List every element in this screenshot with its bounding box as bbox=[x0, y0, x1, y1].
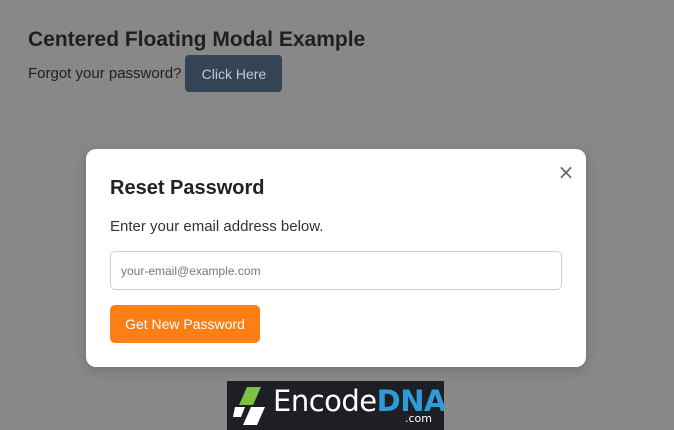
get-new-password-button[interactable]: Get New Password bbox=[110, 305, 260, 343]
encodedna-logo: EncodeDNA .com bbox=[227, 381, 444, 430]
close-icon[interactable]: × bbox=[556, 161, 576, 183]
page-title: Centered Floating Modal Example bbox=[28, 28, 366, 51]
encodedna-logo-mark bbox=[233, 387, 265, 425]
forgot-password-row: Forgot your password? Click Here bbox=[28, 55, 283, 92]
reset-password-modal: × Reset Password Enter your email addres… bbox=[86, 149, 586, 367]
open-modal-button[interactable]: Click Here bbox=[185, 55, 283, 92]
modal-description: Enter your email address below. bbox=[110, 218, 324, 235]
forgot-password-text: Forgot your password? bbox=[28, 65, 182, 82]
logo-word-main: Encode bbox=[273, 384, 377, 418]
modal-title: Reset Password bbox=[110, 177, 265, 199]
page: Centered Floating Modal Example Forgot y… bbox=[0, 0, 674, 430]
email-input[interactable] bbox=[110, 251, 562, 290]
logo-suffix: .com bbox=[405, 412, 432, 425]
